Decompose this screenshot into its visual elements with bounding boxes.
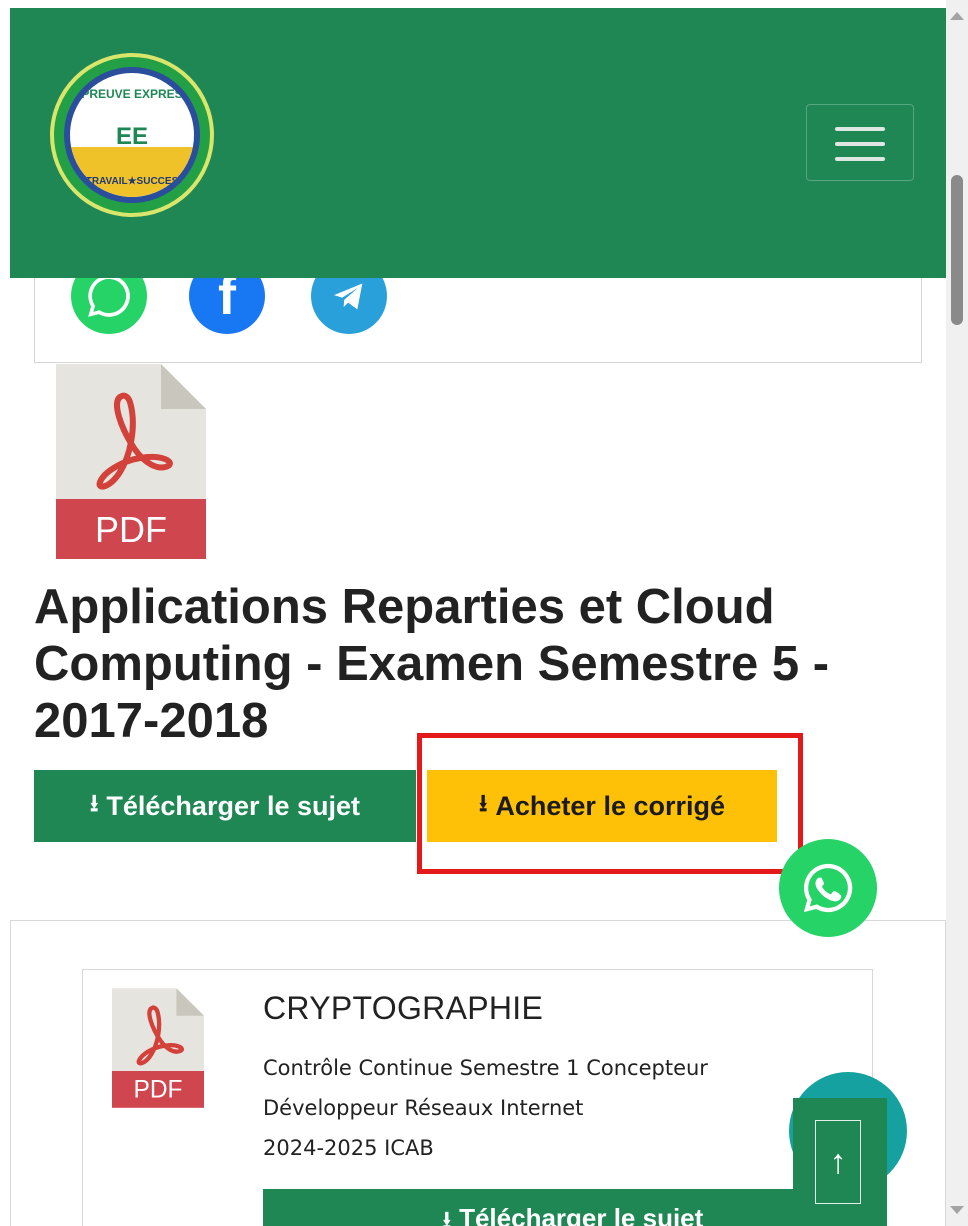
download-icon: ⭳ [442, 1207, 452, 1226]
related-card-desc-line: Contrôle Continue Semestre 1 Concepteur [263, 1056, 708, 1080]
logo-bottom-text: TRAVAIL★SUCCES [85, 176, 179, 187]
scrollbar-thumb[interactable] [951, 175, 963, 325]
related-card-title[interactable]: CRYPTOGRAPHIE [263, 990, 543, 1027]
site-header: EPREUVE EXPRESS EE TRAVAIL★SUCCES [10, 8, 946, 278]
whatsapp-icon [803, 863, 853, 913]
related-card-desc-line: Développeur Réseaux Internet [263, 1096, 584, 1120]
whatsapp-float-button[interactable] [779, 839, 877, 937]
related-card-desc-line: 2024-2025 ICAB [263, 1136, 434, 1160]
logo-emblem: EPREUVE EXPRESS EE TRAVAIL★SUCCES [64, 67, 200, 203]
related-card-description: Contrôle Continue Semestre 1 Concepteur … [263, 1048, 803, 1168]
highlight-box [417, 733, 803, 874]
hamburger-icon [835, 127, 885, 131]
related-download-label: Télécharger le sujet [459, 1203, 704, 1226]
document-title: Applications Reparties et Cloud Computin… [34, 580, 830, 748]
svg-text:PDF: PDF [95, 509, 167, 550]
pdf-file-icon: PDF [112, 987, 204, 1109]
logo-band [70, 147, 194, 197]
site-logo[interactable]: EPREUVE EXPRESS EE TRAVAIL★SUCCES [50, 53, 214, 217]
page: EPREUVE EXPRESS EE TRAVAIL★SUCCES f PDF … [0, 0, 968, 1226]
download-subject-label: Télécharger le sujet [106, 790, 361, 821]
scroll-down-arrow-icon[interactable] [950, 1206, 964, 1214]
related-download-button[interactable]: ⭳ Télécharger le sujet [263, 1189, 883, 1226]
back-to-top-button[interactable]: ↑ [793, 1098, 887, 1226]
download-subject-button[interactable]: ⭳ Télécharger le sujet [34, 770, 416, 842]
pdf-file-icon: PDF [56, 364, 206, 559]
logo-top-text: EPREUVE EXPRESS [73, 87, 191, 101]
download-icon: ⭳ [89, 789, 99, 817]
logo-center-text: EE [115, 123, 148, 150]
scrollbar[interactable] [946, 0, 968, 1226]
svg-text:PDF: PDF [133, 1076, 182, 1103]
menu-toggle-button[interactable] [806, 104, 914, 181]
arrow-up-icon: ↑ [815, 1120, 861, 1204]
scroll-up-arrow-icon[interactable] [950, 12, 964, 20]
